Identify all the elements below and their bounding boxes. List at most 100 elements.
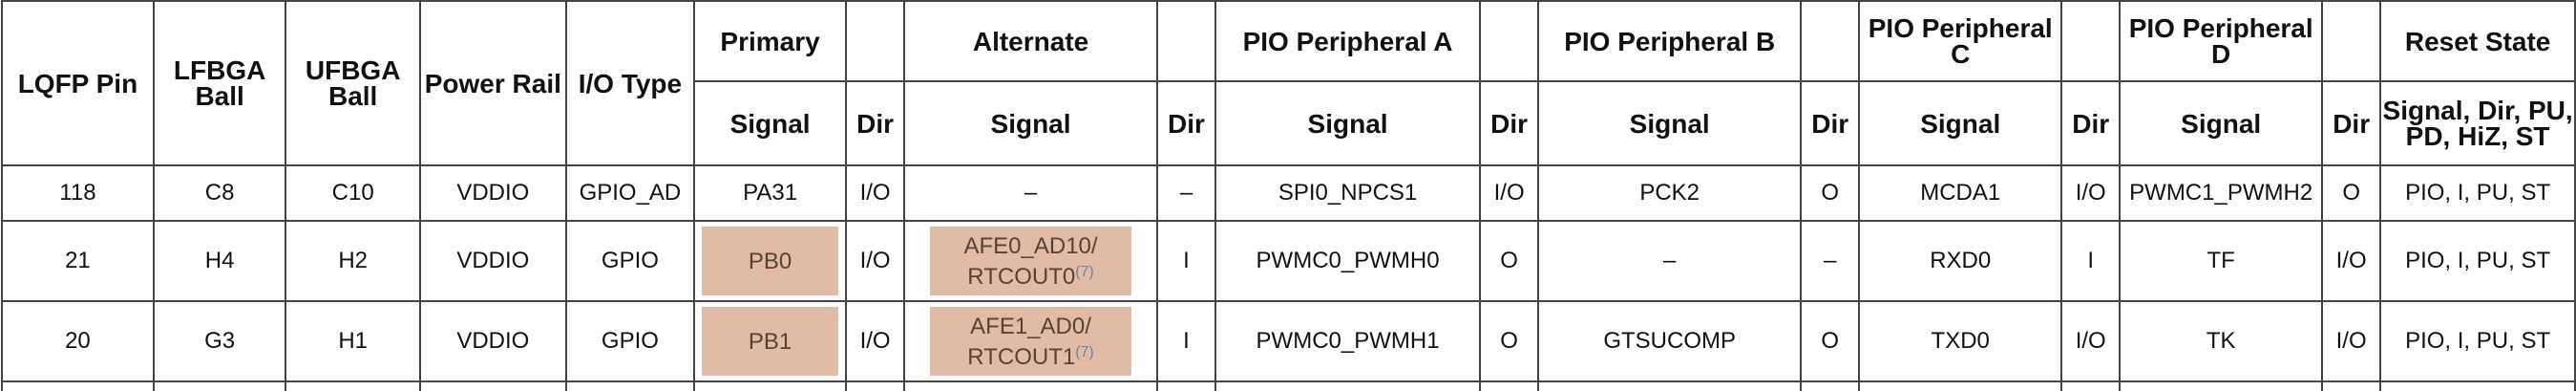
header-ufbga-ball: UFBGA Ball <box>285 0 421 166</box>
table-row: 21 H4 H2 VDDIO GPIO PB0 I/O AFE0_AD10/ R… <box>1 220 2576 302</box>
cell-pio-c-dir: I/O <box>2060 300 2122 382</box>
cell-primary-dir: I/O <box>845 300 906 382</box>
header-lfbga-ball: LFBGA Ball <box>152 0 287 166</box>
table-row: 20 G3 H1 VDDIO GPIO PB1 I/O AFE1_AD0/ RT… <box>1 300 2576 382</box>
cell-lqfp: 21 <box>1 220 155 302</box>
cell-pio-d-dir: I/O <box>2321 220 2382 302</box>
cell-alternate-dir: – <box>1155 164 1217 222</box>
header-primary: Primary <box>693 0 848 82</box>
cell-pio-a-dir: O <box>1479 300 1540 382</box>
alternate-signal-line1: AFE1_AD0/ <box>970 313 1091 339</box>
alternate-signal-line1: AFE0_AD10/ <box>963 232 1098 259</box>
header-alternate-dir: Dir <box>1155 80 1217 166</box>
footnote-ref[interactable]: (7) <box>1075 344 1094 360</box>
header-row-top: LQFP Pin LFBGA Ball UFBGA Ball Power Rai… <box>1 0 2576 166</box>
cell-alternate-signal: AFE1_AD0/ RTCOUT1(7) <box>903 300 1158 382</box>
header-pio-a: PIO Peripheral A <box>1214 0 1482 82</box>
cell-lfbga: G3 <box>152 300 287 382</box>
header-primary-signal: Signal <box>693 80 848 166</box>
cell-lfbga: H4 <box>152 220 287 302</box>
cell-primary-dir: I/O <box>845 164 906 222</box>
alternate-signal-line2: RTCOUT0(7) <box>967 259 1093 290</box>
highlighted-signal: PB0 <box>702 227 839 295</box>
header-pio-d-blank <box>2321 0 2382 82</box>
cell-power: VDDIO <box>418 300 567 382</box>
cell-reset-state: PIO, I, PU, ST <box>2379 220 2576 302</box>
header-pio-d: PIO Peripheral D <box>2119 0 2324 82</box>
cell-pio-d-signal: TK <box>2119 300 2324 382</box>
cell-pio-a-signal: PWMC0_PWMH0 <box>1214 220 1482 302</box>
cell-ufbga: H2 <box>285 220 421 302</box>
header-pio-b-dir: Dir <box>1800 80 1861 166</box>
cell-alternate-dir: I <box>1155 220 1217 302</box>
cell-pio-d-dir: O <box>2321 164 2382 222</box>
cell-ufbga: H1 <box>285 300 421 382</box>
header-pio-b-blank <box>1800 0 1861 82</box>
cell-power: VDDIO <box>418 220 567 302</box>
cell-alternate-dir: I <box>1155 300 1217 382</box>
cell-pio-b-signal: – <box>1537 220 1803 302</box>
header-power-rail: Power Rail <box>418 0 567 166</box>
header-alternate: Alternate <box>903 0 1158 82</box>
cell-reset-state: PIO, I, PU, ST <box>2379 300 2576 382</box>
alternate-signal-line2-text: RTCOUT1 <box>967 343 1076 370</box>
cell-alternate-signal: AFE0_AD10/ RTCOUT0(7) <box>903 220 1158 302</box>
cell-pio-a-signal: SPI0_NPCS1 <box>1214 164 1482 222</box>
cell-iotype: GPIO_AD <box>564 164 696 222</box>
footnote-ref[interactable]: (7) <box>1075 264 1094 280</box>
header-pio-c: PIO Peripheral C <box>1858 0 2063 82</box>
cell-primary-dir: I/O <box>845 220 906 302</box>
cell-pio-d-signal: PWMC1_PWMH2 <box>2119 164 2324 222</box>
cell-primary-signal: PB1 <box>693 300 848 382</box>
header-pio-c-signal: Signal <box>1858 80 2063 166</box>
header-pio-d-dir: Dir <box>2321 80 2382 166</box>
header-alternate-blank <box>1155 0 1217 82</box>
cell-alternate-signal: – <box>903 164 1158 222</box>
cell-pio-c-signal: TXD0 <box>1858 300 2063 382</box>
header-pio-a-dir: Dir <box>1479 80 1540 166</box>
cell-pio-b-dir: – <box>1800 220 1861 302</box>
header-pio-b: PIO Peripheral B <box>1537 0 1803 82</box>
cell-lqfp: 20 <box>1 300 155 382</box>
cell-pio-c-signal: MCDA1 <box>1858 164 2063 222</box>
cell-pio-d-signal: TF <box>2119 220 2324 302</box>
cell-primary-signal: PA31 <box>693 164 848 222</box>
header-io-type: I/O Type <box>564 0 696 166</box>
header-pio-a-signal: Signal <box>1214 80 1482 166</box>
alternate-signal-line2: RTCOUT1(7) <box>967 339 1093 370</box>
cell-pio-c-dir: I/O <box>2060 164 2122 222</box>
cell-primary-signal: PB0 <box>693 220 848 302</box>
cell-pio-b-dir: O <box>1800 164 1861 222</box>
cell-pio-d-dir: I/O <box>2321 300 2382 382</box>
cell-iotype: GPIO <box>564 220 696 302</box>
header-pio-d-signal: Signal <box>2119 80 2324 166</box>
table-row: 118 C8 C10 VDDIO GPIO_AD PA31 I/O – – SP… <box>1 164 2576 222</box>
cell-pio-b-signal: PCK2 <box>1537 164 1803 222</box>
highlighted-signal: PB1 <box>702 307 839 376</box>
cell-pio-c-dir: I <box>2060 220 2122 302</box>
cell-ufbga: C10 <box>285 164 421 222</box>
header-primary-blank <box>845 0 906 82</box>
header-pio-c-dir: Dir <box>2060 80 2122 166</box>
cell-lqfp: 118 <box>1 164 155 222</box>
cell-power: VDDIO <box>418 164 567 222</box>
header-alternate-signal: Signal <box>903 80 1158 166</box>
header-reset-sub: Signal, Dir, PU, PD, HiZ, ST <box>2379 80 2576 166</box>
cell-pio-b-dir: O <box>1800 300 1861 382</box>
cell-pio-b-signal: GTSUCOMP <box>1537 300 1803 382</box>
highlighted-alternate-signal: AFE1_AD0/ RTCOUT1(7) <box>930 307 1131 376</box>
header-pio-c-blank <box>2060 0 2122 82</box>
highlighted-alternate-signal: AFE0_AD10/ RTCOUT0(7) <box>930 227 1131 295</box>
header-pio-b-signal: Signal <box>1537 80 1803 166</box>
alternate-signal-line2-text: RTCOUT0 <box>967 263 1076 290</box>
cell-pio-a-signal: PWMC0_PWMH1 <box>1214 300 1482 382</box>
header-primary-dir: Dir <box>845 80 906 166</box>
cell-iotype: GPIO <box>564 300 696 382</box>
cell-pio-c-signal: RXD0 <box>1858 220 2063 302</box>
cell-pio-a-dir: O <box>1479 220 1540 302</box>
header-pio-a-blank <box>1479 0 1540 82</box>
cell-reset-state: PIO, I, PU, ST <box>2379 164 2576 222</box>
header-reset-state: Reset State <box>2379 0 2576 82</box>
cell-lfbga: C8 <box>152 164 287 222</box>
header-lqfp-pin: LQFP Pin <box>1 0 155 166</box>
